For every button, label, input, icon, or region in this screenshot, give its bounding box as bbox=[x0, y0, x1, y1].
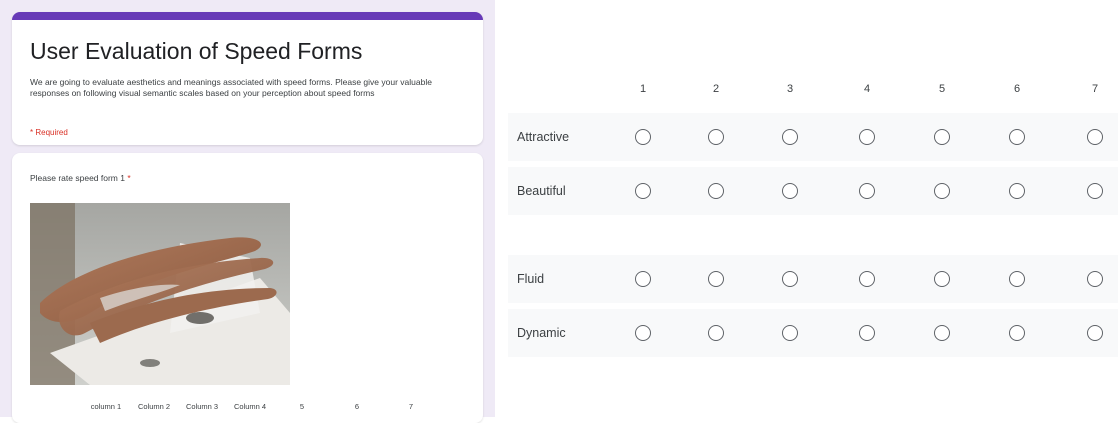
row-label: Attractive bbox=[517, 130, 570, 144]
radio-beautiful-6[interactable] bbox=[1009, 183, 1025, 199]
radio-beautiful-4[interactable] bbox=[859, 183, 875, 199]
radio-beautiful-1[interactable] bbox=[635, 183, 651, 199]
radio-dynamic-3[interactable] bbox=[782, 325, 798, 341]
radio-dynamic-6[interactable] bbox=[1009, 325, 1025, 341]
required-note: * Required bbox=[30, 128, 68, 137]
radio-attractive-6[interactable] bbox=[1009, 129, 1025, 145]
radio-beautiful-2[interactable] bbox=[708, 183, 724, 199]
radio-fluid-6[interactable] bbox=[1009, 271, 1025, 287]
small-column-header: Column 2 bbox=[137, 402, 171, 411]
small-column-header: 7 bbox=[408, 402, 414, 411]
small-column-header: Column 3 bbox=[185, 402, 219, 411]
form-title: User Evaluation of Speed Forms bbox=[30, 38, 363, 64]
radio-attractive-4[interactable] bbox=[859, 129, 875, 145]
radio-beautiful-3[interactable] bbox=[782, 183, 798, 199]
radio-attractive-7[interactable] bbox=[1087, 129, 1103, 145]
grid-column-header-5: 5 bbox=[938, 83, 946, 95]
grid-column-header-3: 3 bbox=[786, 83, 794, 95]
radio-dynamic-7[interactable] bbox=[1087, 325, 1103, 341]
radio-beautiful-7[interactable] bbox=[1087, 183, 1103, 199]
row-label: Fluid bbox=[517, 272, 545, 286]
form-description: We are going to evaluate aesthetics and … bbox=[30, 77, 432, 98]
radio-fluid-7[interactable] bbox=[1087, 271, 1103, 287]
radio-fluid-4[interactable] bbox=[859, 271, 875, 287]
question-label: Please rate speed form 1 * bbox=[30, 173, 131, 183]
grid-row-beautiful: Beautiful bbox=[508, 167, 1118, 215]
grid-column-header-7: 7 bbox=[1091, 83, 1099, 95]
radio-dynamic-2[interactable] bbox=[708, 325, 724, 341]
small-column-headers: column 1 Column 2 Column 3 Column 4 5 6 … bbox=[82, 402, 482, 414]
grid-column-header-2: 2 bbox=[712, 83, 720, 95]
grid-row-dynamic: Dynamic bbox=[508, 309, 1118, 357]
speed-form-image bbox=[30, 203, 290, 385]
grid-row-fluid: Fluid bbox=[508, 255, 1118, 303]
radio-attractive-3[interactable] bbox=[782, 129, 798, 145]
radio-dynamic-1[interactable] bbox=[635, 325, 651, 341]
grid-column-header-6: 6 bbox=[1013, 83, 1021, 95]
grid-column-header-4: 4 bbox=[863, 83, 871, 95]
radio-dynamic-4[interactable] bbox=[859, 325, 875, 341]
small-column-header: column 1 bbox=[90, 402, 122, 411]
grid-row-attractive: Attractive bbox=[508, 113, 1118, 161]
radio-fluid-2[interactable] bbox=[708, 271, 724, 287]
radio-attractive-2[interactable] bbox=[708, 129, 724, 145]
radio-fluid-1[interactable] bbox=[635, 271, 651, 287]
form-header-card: User Evaluation of Speed Forms We are go… bbox=[12, 12, 483, 145]
radio-beautiful-5[interactable] bbox=[934, 183, 950, 199]
question-card: Please rate speed form 1 * column 1 Colu… bbox=[12, 153, 483, 423]
speed-form-photo bbox=[30, 203, 290, 385]
row-label: Beautiful bbox=[517, 184, 566, 198]
radio-attractive-1[interactable] bbox=[635, 129, 651, 145]
row-label: Dynamic bbox=[517, 326, 566, 340]
grid-column-header-1: 1 bbox=[639, 83, 647, 95]
radio-dynamic-5[interactable] bbox=[934, 325, 950, 341]
small-column-header: 6 bbox=[354, 402, 360, 411]
radio-fluid-3[interactable] bbox=[782, 271, 798, 287]
small-column-header: 5 bbox=[299, 402, 305, 411]
radio-fluid-5[interactable] bbox=[934, 271, 950, 287]
radio-attractive-5[interactable] bbox=[934, 129, 950, 145]
small-column-header: Column 4 bbox=[233, 402, 267, 411]
